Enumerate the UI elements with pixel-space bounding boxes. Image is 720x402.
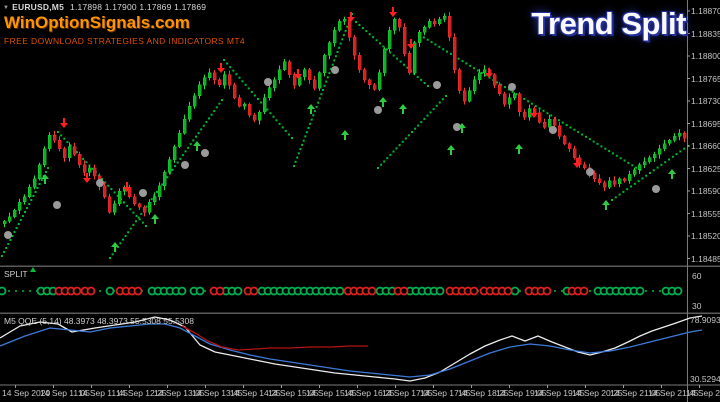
price-axis-label: 1.18660 [691, 141, 720, 151]
watermark-subtitle: FREE DOWNLOAD STRATEGIES AND INDICATORS … [4, 36, 245, 46]
watermark-site-title: WinOptionSignals.com [4, 13, 190, 33]
price-axis-label: 1.18765 [691, 74, 720, 84]
symbol-label: EURUSD,M5 [12, 2, 64, 12]
symbol-dropdown-icon[interactable]: ▼ [3, 5, 9, 11]
price-axis-label: 1.18870 [691, 6, 720, 16]
price-axis-label: 1.18800 [691, 51, 720, 61]
price-axis-label: 1.18520 [691, 231, 720, 241]
indicator-title: Trend Split [531, 6, 686, 42]
price-axis-label: 1.18625 [691, 164, 720, 174]
price-axis-label: 1.18590 [691, 186, 720, 196]
price-axis-label: 1.18730 [691, 96, 720, 106]
time-axis-label: 14 Sep 22:25 [686, 388, 720, 398]
price-axis-label: 1.18485 [691, 254, 720, 264]
split-panel-label: SPLIT [4, 269, 28, 279]
split-scale-bottom: 30 [692, 301, 701, 311]
symbol-ohlc-line: ▼EURUSD,M5 1.17898 1.17900 1.17869 1.1786… [3, 2, 206, 12]
ohlc-values: 1.17898 1.17900 1.17869 1.17869 [70, 2, 206, 12]
chart-canvas[interactable] [0, 0, 720, 402]
price-axis-label: 1.18695 [691, 119, 720, 129]
mt4-chart-window: ▼EURUSD,M5 1.17898 1.17900 1.17869 1.1786… [0, 0, 720, 402]
qqe-scale-top: 78.9093 [690, 315, 720, 325]
price-axis-label: 1.18835 [691, 29, 720, 39]
price-axis-label: 1.18555 [691, 209, 720, 219]
qqe-scale-bottom: 30.5294 [690, 374, 720, 384]
qqe-panel-label: M5 QQE (5,14) 48.3973 48.3973 55.5308 55… [4, 316, 194, 326]
split-scale-top: 60 [692, 271, 701, 281]
